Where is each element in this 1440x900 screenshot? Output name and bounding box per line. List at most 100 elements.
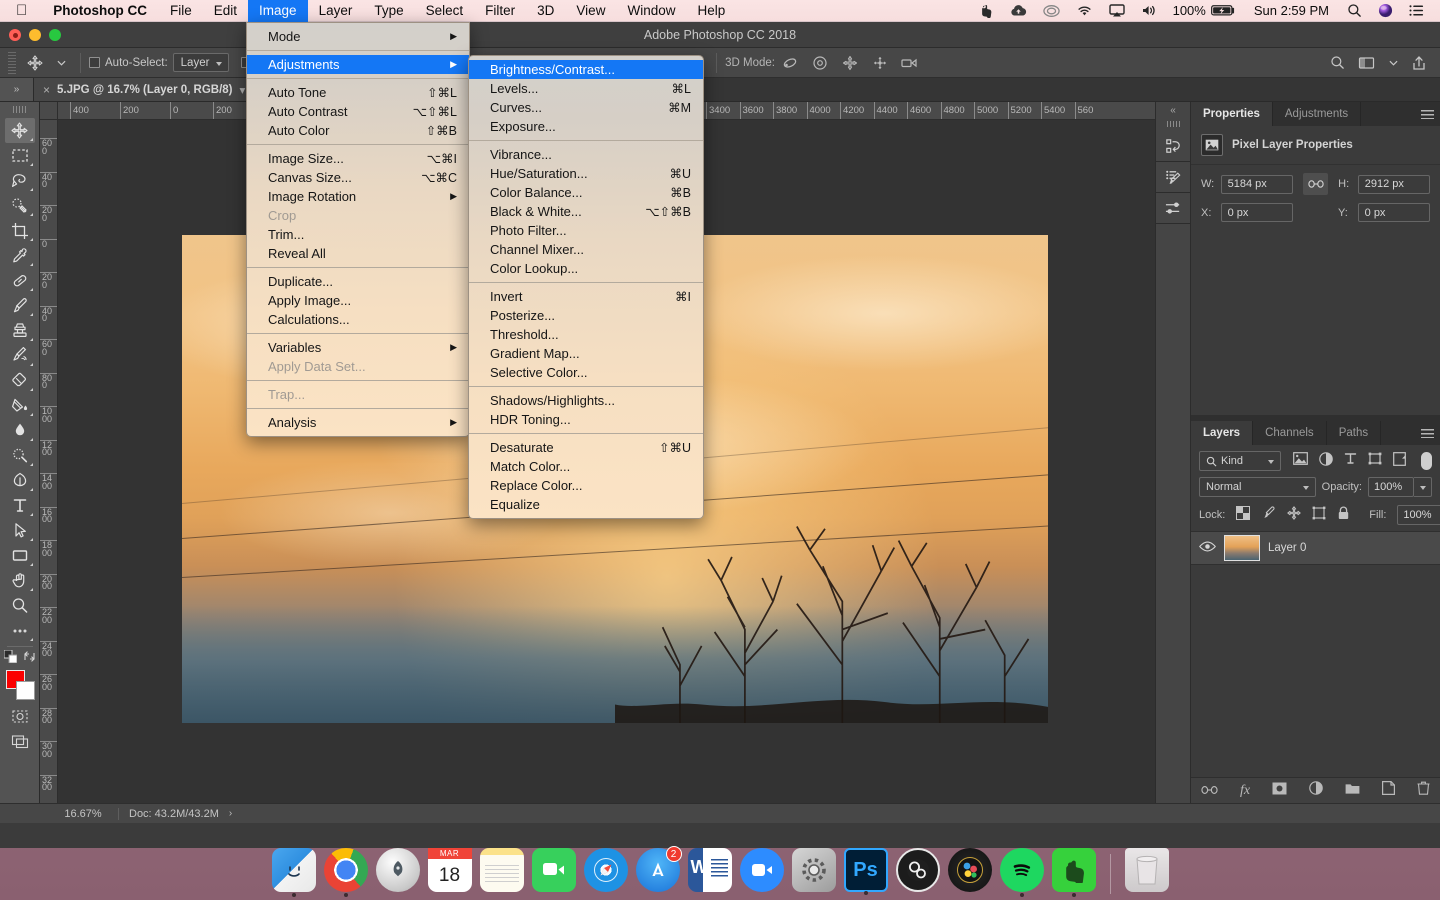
dock-item-photoshop[interactable]: Ps	[843, 848, 888, 895]
screen-mode-tool[interactable]	[5, 729, 35, 754]
filter-enable-toggle[interactable]	[1421, 452, 1432, 470]
apple-menu-icon[interactable]: 	[0, 3, 41, 18]
share-icon[interactable]	[1404, 51, 1434, 75]
adjustments-menu-item-levels[interactable]: Levels... ⌘L	[469, 79, 703, 98]
creative-cloud-icon[interactable]	[1035, 4, 1068, 18]
quick-mask-tool[interactable]	[5, 704, 35, 729]
orbit-3d-icon[interactable]	[775, 51, 805, 75]
history-brush-tool[interactable]	[5, 343, 35, 368]
icon-dock-grip[interactable]	[1166, 121, 1180, 127]
dock-item-davinci-resolve[interactable]	[947, 848, 992, 892]
dropbox-cloud-icon[interactable]	[1002, 4, 1035, 18]
eraser-tool[interactable]	[5, 368, 35, 393]
menu-select[interactable]: Select	[415, 0, 475, 22]
adjustments-menu-item-hue-saturation[interactable]: Hue/Saturation... ⌘U	[469, 164, 703, 183]
color-swatches[interactable]	[4, 670, 36, 700]
dock-item-launchpad[interactable]	[375, 848, 420, 892]
adjustments-menu-item-black-white[interactable]: Black & White... ⌥⇧⌘B	[469, 202, 703, 221]
adjustments-menu-item-photo-filter[interactable]: Photo Filter...	[469, 221, 703, 240]
width-field[interactable]: 5184 px	[1220, 174, 1293, 194]
evernote-icon[interactable]	[971, 4, 1002, 18]
panel-menu-icon[interactable]	[1414, 421, 1440, 445]
lasso-tool[interactable]	[5, 168, 35, 193]
layer-mask-icon[interactable]	[1272, 782, 1287, 800]
filter-adjustment-icon[interactable]	[1319, 451, 1333, 471]
camera-3d-icon[interactable]	[895, 51, 925, 75]
adjustments-menu-item-color-balance[interactable]: Color Balance... ⌘B	[469, 183, 703, 202]
adjustments-submenu[interactable]: Brightness/Contrast... Levels... ⌘L Curves.…	[468, 55, 704, 519]
new-group-icon[interactable]	[1345, 782, 1360, 800]
adjustments-menu-item-threshold[interactable]: Threshold...	[469, 325, 703, 344]
tab-layers[interactable]: Layers	[1191, 421, 1254, 445]
menu-filter[interactable]: Filter	[474, 0, 526, 22]
dock-item-notes[interactable]	[479, 848, 524, 892]
expand-panels-icon[interactable]: »	[0, 78, 34, 101]
move-tool-icon[interactable]	[20, 51, 50, 75]
dock-item-app-store[interactable]: 2	[635, 846, 682, 892]
image-menu-item-calculations[interactable]: Calculations...	[247, 310, 469, 329]
pen-tool[interactable]	[5, 468, 35, 493]
pan-3d-icon[interactable]	[835, 51, 865, 75]
lock-position-icon[interactable]	[1287, 505, 1301, 525]
image-menu[interactable]: Mode ▶ Adjustments ▶ Auto Tone ⇧⌘L Auto Contra…	[246, 22, 470, 437]
rectangle-tool[interactable]	[5, 543, 35, 568]
tools-panel-grip[interactable]	[12, 106, 27, 113]
adjustments-menu-item-exposure[interactable]: Exposure...	[469, 117, 703, 136]
auto-select-dropdown[interactable]: Layer	[172, 53, 229, 72]
adjustments-menu-item-color-lookup[interactable]: Color Lookup...	[469, 259, 703, 278]
rectangular-marquee-tool[interactable]	[5, 143, 35, 168]
adjustments-menu-item-vibrance[interactable]: Vibrance...	[469, 145, 703, 164]
wifi-icon[interactable]	[1068, 4, 1101, 17]
lock-transparent-pixels-icon[interactable]	[1236, 505, 1251, 525]
close-icon[interactable]: ×	[43, 83, 50, 97]
menu-edit[interactable]: Edit	[203, 0, 248, 22]
tab-paths[interactable]: Paths	[1326, 421, 1382, 445]
image-menu-item-adjustments[interactable]: Adjustments ▶	[247, 55, 469, 74]
minimize-window-button[interactable]	[29, 29, 41, 41]
dock-item-obs[interactable]	[895, 848, 940, 892]
gradient-tool[interactable]	[5, 393, 35, 418]
menu-image[interactable]: Image	[248, 0, 308, 22]
dock-item-trash[interactable]	[1124, 848, 1169, 892]
height-field[interactable]: 2912 px	[1357, 174, 1430, 194]
roll-3d-icon[interactable]	[805, 51, 835, 75]
adjustments-menu-item-channel-mixer[interactable]: Channel Mixer...	[469, 240, 703, 259]
adjustments-menu-item-replace-color[interactable]: Replace Color...	[469, 476, 703, 495]
adjustments-menu-item-shadows-highlights[interactable]: Shadows/Highlights...	[469, 391, 703, 410]
panel-menu-icon[interactable]	[1414, 102, 1440, 126]
menu-file[interactable]: File	[159, 0, 203, 22]
default-colors-icon[interactable]	[3, 649, 17, 668]
blend-mode-dropdown[interactable]: Normal	[1199, 477, 1316, 497]
healing-brush-tool[interactable]	[5, 268, 35, 293]
ruler-corner[interactable]	[40, 102, 58, 120]
layer-styles-icon[interactable]: fx	[1240, 783, 1250, 799]
image-menu-item-auto-tone[interactable]: Auto Tone ⇧⌘L	[247, 83, 469, 102]
menu-view[interactable]: View	[565, 0, 616, 22]
dodge-tool[interactable]	[5, 443, 35, 468]
adjustments-menu-item-posterize[interactable]: Posterize...	[469, 306, 703, 325]
dock-item-zoom[interactable]	[739, 848, 784, 892]
filter-type-icon[interactable]	[1344, 452, 1357, 470]
menu-window[interactable]: Window	[616, 0, 686, 22]
image-menu-item-variables[interactable]: Variables ▶	[247, 338, 469, 357]
dock-item-spotify[interactable]	[999, 848, 1044, 897]
adjustments-menu-item-selective-color[interactable]: Selective Color...	[469, 363, 703, 382]
notification-center-icon[interactable]	[1401, 4, 1432, 17]
filter-pixel-icon[interactable]	[1293, 452, 1308, 470]
opacity-stepper[interactable]	[1414, 477, 1432, 497]
adjustments-menu-item-hdr-toning[interactable]: HDR Toning...	[469, 410, 703, 429]
image-menu-item-reveal-all[interactable]: Reveal All	[247, 244, 469, 263]
menu-layer[interactable]: Layer	[308, 0, 364, 22]
blur-tool[interactable]	[5, 418, 35, 443]
adjustments-menu-item-desaturate[interactable]: Desaturate ⇧⌘U	[469, 438, 703, 457]
zoom-window-button[interactable]	[49, 29, 61, 41]
image-menu-item-duplicate[interactable]: Duplicate...	[247, 272, 469, 291]
zoom-tool[interactable]	[5, 593, 35, 618]
options-bar-grip[interactable]	[8, 51, 16, 74]
vertical-ruler[interactable]: 600 400 200 0 200 400 600 800 1000 1200 1400 1600 18…	[40, 120, 58, 803]
background-color-swatch[interactable]	[15, 681, 35, 700]
path-selection-tool[interactable]	[5, 518, 35, 543]
delete-layer-icon[interactable]	[1417, 781, 1430, 800]
dock-item-chrome[interactable]	[323, 848, 368, 897]
image-menu-item-image-rotation[interactable]: Image Rotation ▶	[247, 187, 469, 206]
